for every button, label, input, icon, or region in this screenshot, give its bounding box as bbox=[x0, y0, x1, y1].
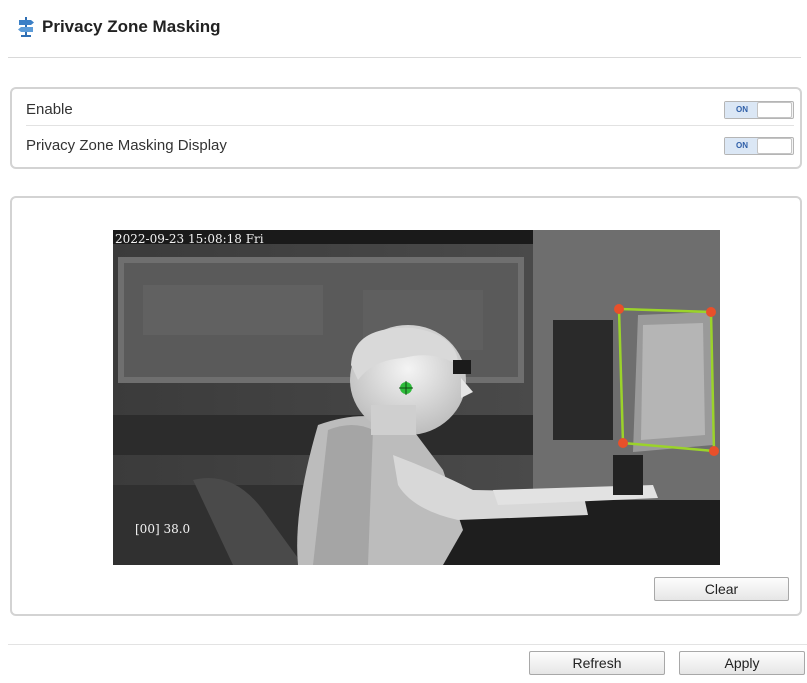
title-divider bbox=[8, 57, 801, 58]
masking-display-label: Privacy Zone Masking Display bbox=[26, 136, 227, 154]
signpost-icon bbox=[18, 17, 34, 37]
mask-corner-handle bbox=[706, 307, 716, 317]
setting-row-masking-display: Privacy Zone Masking Display ON bbox=[26, 129, 794, 161]
toggle-knob bbox=[757, 102, 792, 118]
settings-panel: Enable ON Privacy Zone Masking Display O… bbox=[10, 87, 802, 169]
thermal-scene-image bbox=[113, 230, 720, 565]
masking-display-toggle-on-text: ON bbox=[725, 138, 759, 154]
page-title: Privacy Zone Masking bbox=[42, 17, 221, 36]
setting-row-enable: Enable ON bbox=[26, 93, 794, 126]
mask-corner-handle bbox=[618, 438, 628, 448]
osd-timestamp: 2022-09-23 15:08:18 Fri bbox=[115, 232, 264, 246]
footer-divider bbox=[8, 644, 807, 645]
page-header: Privacy Zone Masking bbox=[16, 16, 221, 38]
clear-button[interactable]: Clear bbox=[654, 577, 789, 601]
enable-toggle[interactable]: ON bbox=[724, 101, 794, 119]
refresh-button[interactable]: Refresh bbox=[529, 651, 665, 675]
apply-button[interactable]: Apply bbox=[679, 651, 805, 675]
masking-display-toggle[interactable]: ON bbox=[724, 137, 794, 155]
enable-label: Enable bbox=[26, 100, 73, 118]
mask-corner-handle bbox=[614, 304, 624, 314]
thermal-video-view[interactable]: 2022-09-23 15:08:18 Fri [00] 38.0 bbox=[113, 230, 720, 565]
enable-toggle-on-text: ON bbox=[725, 102, 759, 118]
toggle-knob bbox=[757, 138, 792, 154]
mask-corner-handle bbox=[709, 446, 719, 456]
osd-temperature: [00] 38.0 bbox=[135, 522, 191, 536]
